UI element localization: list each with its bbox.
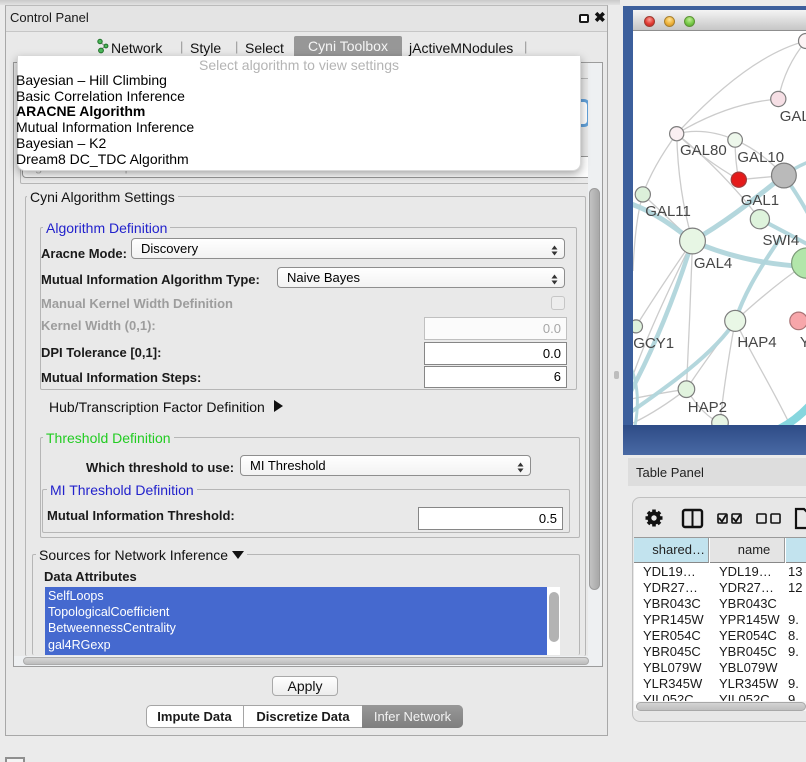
svg-text:Y: Y: [800, 334, 806, 351]
svg-text:GCY1: GCY1: [633, 335, 674, 352]
svg-text:GAL11: GAL11: [645, 203, 691, 220]
svg-text:GAL80: GAL80: [680, 142, 727, 159]
svg-text:HAP4: HAP4: [737, 334, 776, 351]
svg-text:HAP2: HAP2: [688, 399, 727, 416]
svg-text:GAL10: GAL10: [737, 149, 784, 166]
svg-text:GAL4: GAL4: [694, 255, 732, 272]
svg-text:SWI4: SWI4: [763, 232, 800, 249]
svg-text:GAL1: GAL1: [741, 192, 779, 209]
svg-text:GAL2: GAL2: [780, 108, 806, 125]
